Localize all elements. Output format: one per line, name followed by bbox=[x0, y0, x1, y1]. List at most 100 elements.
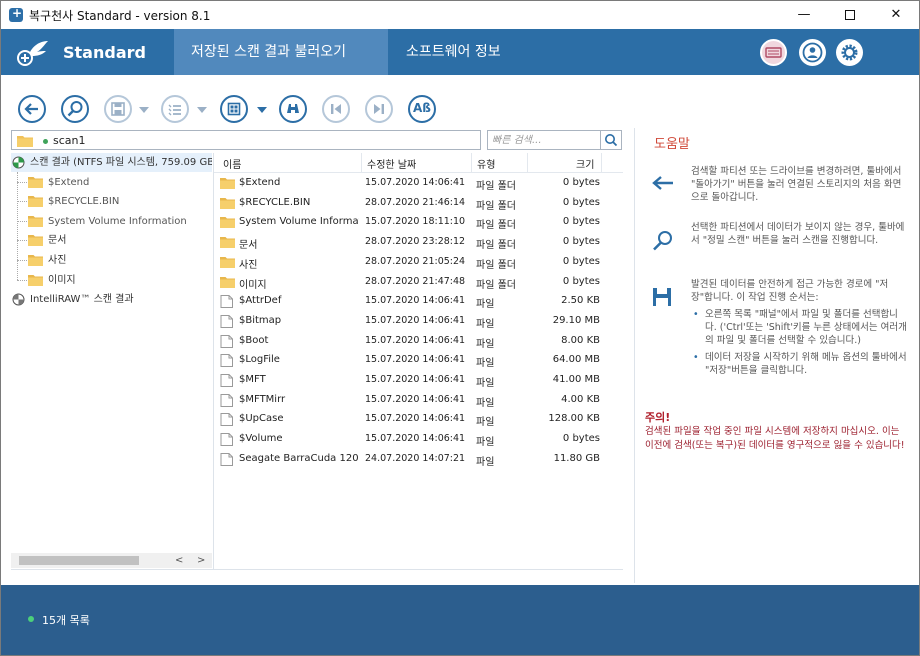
column-header-size[interactable]: 크기 bbox=[576, 156, 594, 171]
scan-result-icon bbox=[12, 156, 25, 169]
find-next-button[interactable] bbox=[365, 95, 393, 123]
table-row[interactable]: 사진 28.07.2020 21:05:24 파일 폴더 0 bytes bbox=[214, 253, 623, 272]
cell-type: 파일 bbox=[476, 299, 495, 311]
keyboard-button[interactable] bbox=[760, 39, 787, 66]
tree-branch bbox=[17, 240, 27, 241]
table-row[interactable]: System Volume Informati... 15.07.2020 18:… bbox=[214, 213, 623, 232]
checklist-dropdown-arrow[interactable] bbox=[197, 107, 207, 113]
table-row[interactable]: $LogFile 15.07.2020 14:06:41 파일 64.00 MB bbox=[214, 351, 623, 370]
tree-item-label: 이미지 bbox=[48, 275, 76, 286]
cell-name: Seagate BarraCuda 120 S... bbox=[239, 452, 359, 464]
save-dropdown-arrow[interactable] bbox=[139, 107, 149, 113]
minimize-button[interactable]: — bbox=[781, 1, 827, 29]
column-separator bbox=[471, 153, 472, 173]
match-case-button[interactable]: Aß bbox=[408, 95, 436, 123]
cell-size: 4.00 KB bbox=[561, 393, 600, 405]
cell-name: $RECYCLE.BIN bbox=[239, 196, 311, 208]
list-header: 이름 수정한 날짜 유형 크기 bbox=[214, 153, 623, 173]
column-header-date[interactable]: 수정한 날짜 bbox=[367, 156, 416, 171]
scrollbar-thumb[interactable] bbox=[19, 556, 139, 565]
table-row[interactable]: Seagate BarraCuda 120 S... 24.07.2020 14:… bbox=[214, 450, 623, 469]
cell-name: $UpCase bbox=[239, 413, 284, 425]
folder-icon bbox=[220, 178, 235, 189]
maximize-button[interactable] bbox=[827, 1, 873, 29]
table-row[interactable]: $MFT 15.07.2020 14:06:41 파일 41.00 MB bbox=[214, 371, 623, 390]
tree-item-label: IntelliRAW™ 스캔 결과 bbox=[30, 294, 134, 305]
floppy-icon bbox=[653, 288, 671, 306]
view-dropdown-arrow[interactable] bbox=[257, 107, 267, 113]
gear-icon bbox=[841, 44, 858, 61]
cell-size: 2.50 KB bbox=[561, 295, 600, 307]
checklist-button[interactable] bbox=[161, 95, 189, 123]
search-button[interactable] bbox=[601, 130, 622, 150]
quick-search-input[interactable] bbox=[488, 131, 598, 149]
tab-load-scan[interactable]: 저장된 스캔 결과 불러오기 bbox=[174, 29, 388, 75]
cell-type: 파일 bbox=[476, 378, 495, 389]
wing-logo-icon bbox=[17, 41, 48, 66]
close-button[interactable]: ✕ bbox=[873, 1, 919, 29]
brand: Standard bbox=[1, 29, 173, 75]
account-button[interactable] bbox=[799, 39, 826, 66]
find-previous-button[interactable] bbox=[322, 95, 350, 123]
cell-date: 15.07.2020 14:06:41 bbox=[365, 413, 465, 425]
file-icon bbox=[220, 393, 233, 407]
scroll-right-icon[interactable]: > bbox=[197, 553, 205, 568]
save-button[interactable] bbox=[104, 95, 132, 123]
cell-name: $Volume bbox=[239, 433, 283, 445]
back-arrow-icon bbox=[652, 176, 673, 190]
table-row[interactable]: $MFTMirr 15.07.2020 14:06:41 파일 4.00 KB bbox=[214, 391, 623, 410]
cell-date: 15.07.2020 14:06:41 bbox=[365, 177, 465, 188]
tree-horizontal-scrollbar[interactable]: < > bbox=[11, 553, 212, 568]
column-header-name[interactable]: 이름 bbox=[223, 156, 241, 171]
cell-date: 15.07.2020 14:06:41 bbox=[365, 314, 465, 326]
quick-search-box[interactable] bbox=[487, 130, 601, 150]
tree-item-scan-results[interactable]: 스캔 결과 (NTFS 파일 시스템, 759.09 GB bbox=[11, 153, 212, 172]
folder-icon bbox=[28, 177, 43, 188]
cell-date: 28.07.2020 21:05:24 bbox=[365, 255, 465, 267]
settings-button[interactable] bbox=[836, 39, 863, 66]
column-header-type[interactable]: 유형 bbox=[477, 156, 495, 171]
find-button[interactable] bbox=[279, 95, 307, 123]
cell-name: $Extend bbox=[239, 177, 281, 188]
deep-scan-button[interactable] bbox=[61, 95, 89, 123]
table-row[interactable]: $Boot 15.07.2020 14:06:41 파일 8.00 KB bbox=[214, 332, 623, 351]
table-row[interactable]: $Bitmap 15.07.2020 14:06:41 파일 29.10 MB bbox=[214, 312, 623, 331]
column-separator bbox=[601, 153, 602, 173]
back-button[interactable] bbox=[18, 95, 46, 123]
table-row[interactable]: 이미지 28.07.2020 21:47:48 파일 폴더 0 bytes bbox=[214, 273, 623, 292]
table-row[interactable]: 문서 28.07.2020 23:28:12 파일 폴더 0 bytes bbox=[214, 233, 623, 252]
table-row[interactable]: $RECYCLE.BIN 28.07.2020 21:46:14 파일 폴더 0 by… bbox=[214, 194, 623, 213]
cell-size: 0 bytes bbox=[562, 236, 600, 248]
path-bar[interactable]: scan1 bbox=[11, 130, 481, 150]
cell-date: 15.07.2020 14:06:41 bbox=[365, 354, 465, 366]
app-icon bbox=[9, 6, 23, 22]
column-separator bbox=[527, 153, 528, 173]
user-icon bbox=[802, 42, 823, 63]
cell-date: 15.07.2020 14:06:41 bbox=[365, 334, 465, 346]
table-row[interactable]: $AttrDef 15.07.2020 14:06:41 파일 2.50 KB bbox=[214, 292, 623, 311]
cell-size: 41.00 MB bbox=[552, 374, 600, 385]
toolbar: Aß bbox=[1, 75, 919, 127]
cell-type: 파일 bbox=[476, 358, 495, 370]
cell-date: 28.07.2020 21:46:14 bbox=[365, 196, 465, 208]
path-text: scan1 bbox=[53, 134, 86, 147]
file-icon bbox=[220, 354, 233, 368]
view-mode-button[interactable] bbox=[220, 95, 248, 123]
pane-divider bbox=[11, 569, 623, 570]
cell-type: 파일 bbox=[476, 437, 495, 449]
folder-icon bbox=[28, 216, 43, 227]
intelliraw-icon bbox=[12, 293, 25, 306]
cell-date: 15.07.2020 18:11:10 bbox=[365, 216, 465, 228]
table-row[interactable]: $Extend 15.07.2020 14:06:41 파일 폴더 0 bytes bbox=[214, 174, 623, 193]
previous-icon bbox=[331, 104, 341, 114]
help-text: 선택한 파티션에서 데이터가 보이지 않는 경우, 툴바에서 "정밀 스캔" 버… bbox=[691, 222, 905, 246]
table-row[interactable]: $Volume 15.07.2020 14:06:41 파일 0 bytes bbox=[214, 430, 623, 449]
tree-item-label: $RECYCLE.BIN bbox=[48, 196, 120, 207]
column-separator bbox=[361, 153, 362, 173]
cell-date: 15.07.2020 14:06:41 bbox=[365, 433, 465, 445]
table-row[interactable]: $UpCase 15.07.2020 14:06:41 파일 128.00 KB bbox=[214, 410, 623, 429]
tab-software-info[interactable]: 소프트웨어 정보 bbox=[389, 29, 518, 75]
file-list: 이름 수정한 날짜 유형 크기 $Extend 15.07.2020 14:06:… bbox=[213, 153, 623, 569]
title-bar: 복구천사 Standard - version 8.1 — ✕ bbox=[1, 1, 919, 29]
scroll-left-icon[interactable]: < bbox=[175, 553, 183, 568]
